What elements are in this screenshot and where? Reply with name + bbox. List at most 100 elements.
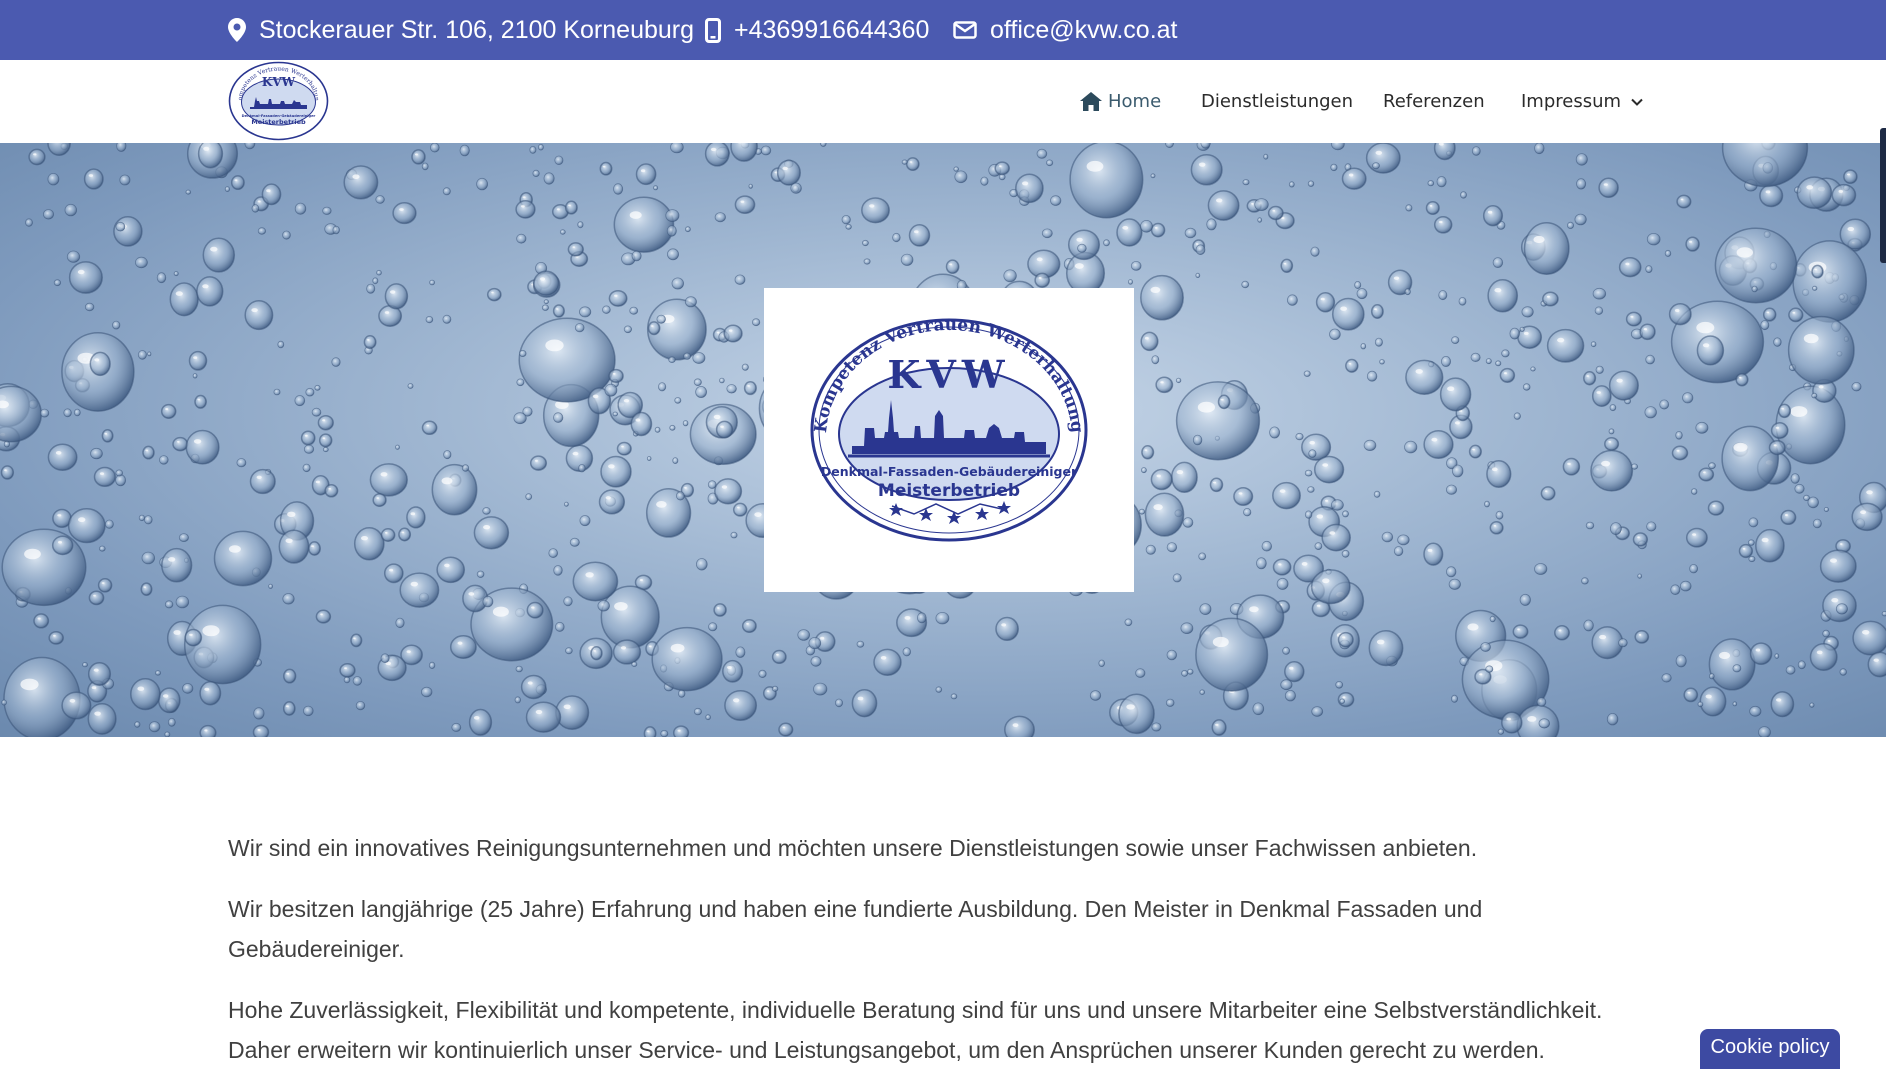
water-drop-highlight [1504,372,1507,374]
water-drop-highlight [1075,263,1084,269]
water-drop [1435,217,1452,233]
water-drop [1853,621,1886,654]
water-drop [344,166,377,199]
water-drop [1176,378,1181,383]
water-drop [1315,457,1344,483]
water-drop [1776,386,1845,463]
water-drop [1749,518,1758,527]
water-drop-highlight [1198,402,1215,413]
water-drop-highlight [783,727,786,729]
water-drop-highlight [385,311,389,314]
water-drop-highlight [361,536,368,540]
water-drop [1781,511,1795,525]
water-drop [323,207,332,214]
nav-item-impressum[interactable]: Impressum [1521,60,1643,143]
water-drop [0,386,41,441]
phone-link[interactable]: +4369916644360 [734,16,929,45]
water-drop-highlight [1733,443,1747,452]
water-drop-highlight [1712,505,1715,507]
nav-item-home[interactable]: Home [1080,60,1161,143]
water-drop [1257,558,1267,569]
hero-logo-initials: KVW [887,352,1010,397]
water-drop-highlight [1524,332,1529,335]
water-drop [423,421,437,434]
water-drop [83,663,88,667]
water-drop-highlight [189,634,193,636]
water-drop [526,494,532,500]
water-drop [385,284,407,309]
water-drop-highlight [585,572,593,577]
water-drop [1369,631,1402,666]
water-drop [1372,305,1383,318]
water-drop [1647,522,1656,531]
water-drop [1750,706,1761,716]
water-drop-highlight [251,308,257,312]
water-drop [1281,259,1292,272]
water-drop-highlight [1792,312,1795,314]
water-drop-highlight [747,385,750,387]
water-drop [1441,356,1450,366]
water-drop [564,597,573,606]
water-drop-highlight [949,263,952,265]
water-drop [614,197,673,252]
water-drop [1722,426,1778,490]
water-drop-highlight [1840,543,1843,545]
water-drop [2,700,7,705]
map-marker-icon [228,18,246,42]
water-drop-highlight [1374,308,1377,310]
water-drop [1139,509,1145,514]
water-drop [1699,468,1713,480]
water-drop-highlight [1076,238,1082,242]
water-drop-highlight [1349,174,1354,177]
water-drop [1406,205,1412,211]
water-drop [1593,288,1606,299]
chevron-down-icon[interactable] [1631,98,1643,106]
hero-logo: Kompetenz Vertrauen Werterhaltung KVW De… [764,288,1134,592]
water-drop [609,291,626,306]
water-drop [666,210,679,222]
water-drop [144,516,152,524]
water-drop [630,307,638,314]
water-drop [736,647,745,658]
water-drop-highlight [1817,651,1823,655]
water-drop-highlight [1309,441,1315,445]
scroll-tab[interactable] [1880,128,1886,263]
water-drop [1136,669,1145,678]
water-drop [1635,631,1648,643]
water-drop [1882,611,1886,616]
header-logo[interactable]: Kompetenz Vertrauen Werterhaltung KVW De… [228,61,329,141]
water-drop [1461,192,1467,199]
water-drop-highlight [194,439,201,444]
water-drop-highlight [1155,227,1158,229]
water-drop [62,692,91,719]
email-link[interactable]: office@kvw.co.at [990,16,1178,45]
nav-item-referenzen[interactable]: Referenzen [1383,60,1485,143]
water-drop [1166,699,1174,706]
water-drop [955,171,967,183]
water-drop [1342,550,1349,557]
water-drop [303,464,310,472]
water-drop-highlight [203,147,209,151]
water-drop [274,389,280,395]
water-drop-highlight [621,646,626,649]
water-drop-highlight [1394,277,1399,280]
water-drop [1141,276,1183,320]
water-drop-highlight [1586,375,1589,377]
water-drop [1196,245,1205,255]
water-drop [195,396,206,409]
water-drop [1646,355,1655,364]
nav-item-dienstleistungen[interactable]: Dienstleistungen [1201,60,1353,143]
water-drop-highlight [1703,343,1709,347]
email-item[interactable]: office@kvw.co.at [953,0,1178,60]
cookie-policy-button[interactable]: Cookie policy [1700,1029,1840,1069]
water-drop-highlight [767,690,770,692]
water-drop [580,516,590,526]
water-drop-highlight [1249,606,1259,612]
water-drop [1315,543,1322,550]
phone-item[interactable]: +4369916644360 [705,0,929,60]
water-drop [573,562,617,600]
water-drop [1676,431,1683,439]
water-drop [1398,535,1410,545]
water-drop [1191,155,1222,185]
water-drop [170,283,198,316]
